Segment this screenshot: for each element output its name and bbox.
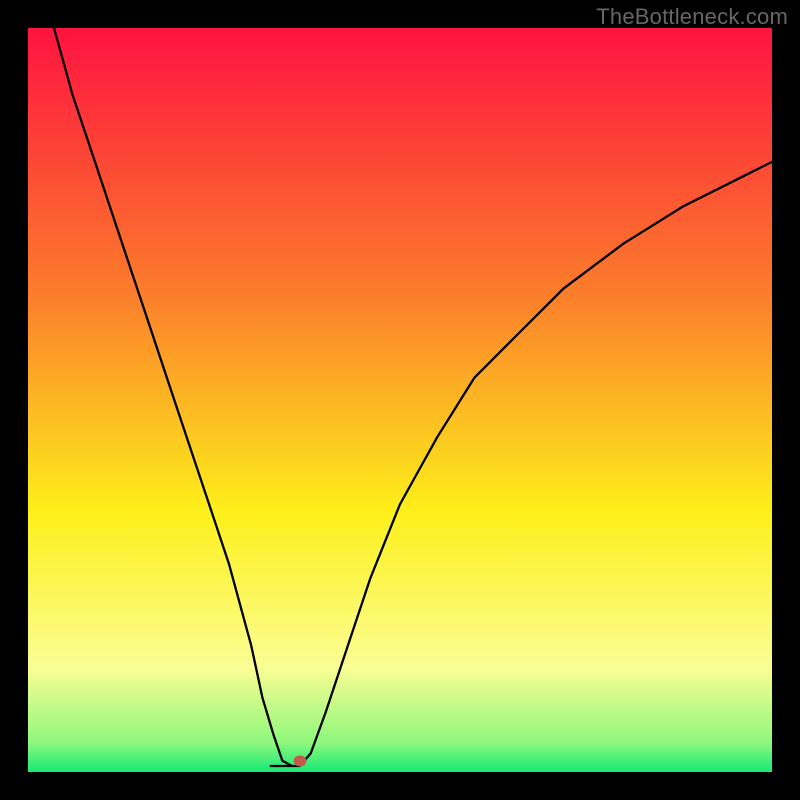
plot-area [28, 28, 772, 772]
optimum-marker [293, 755, 306, 766]
bottleneck-curve [28, 28, 772, 772]
chart-frame: TheBottleneck.com [0, 0, 800, 800]
watermark-label: TheBottleneck.com [596, 4, 788, 30]
